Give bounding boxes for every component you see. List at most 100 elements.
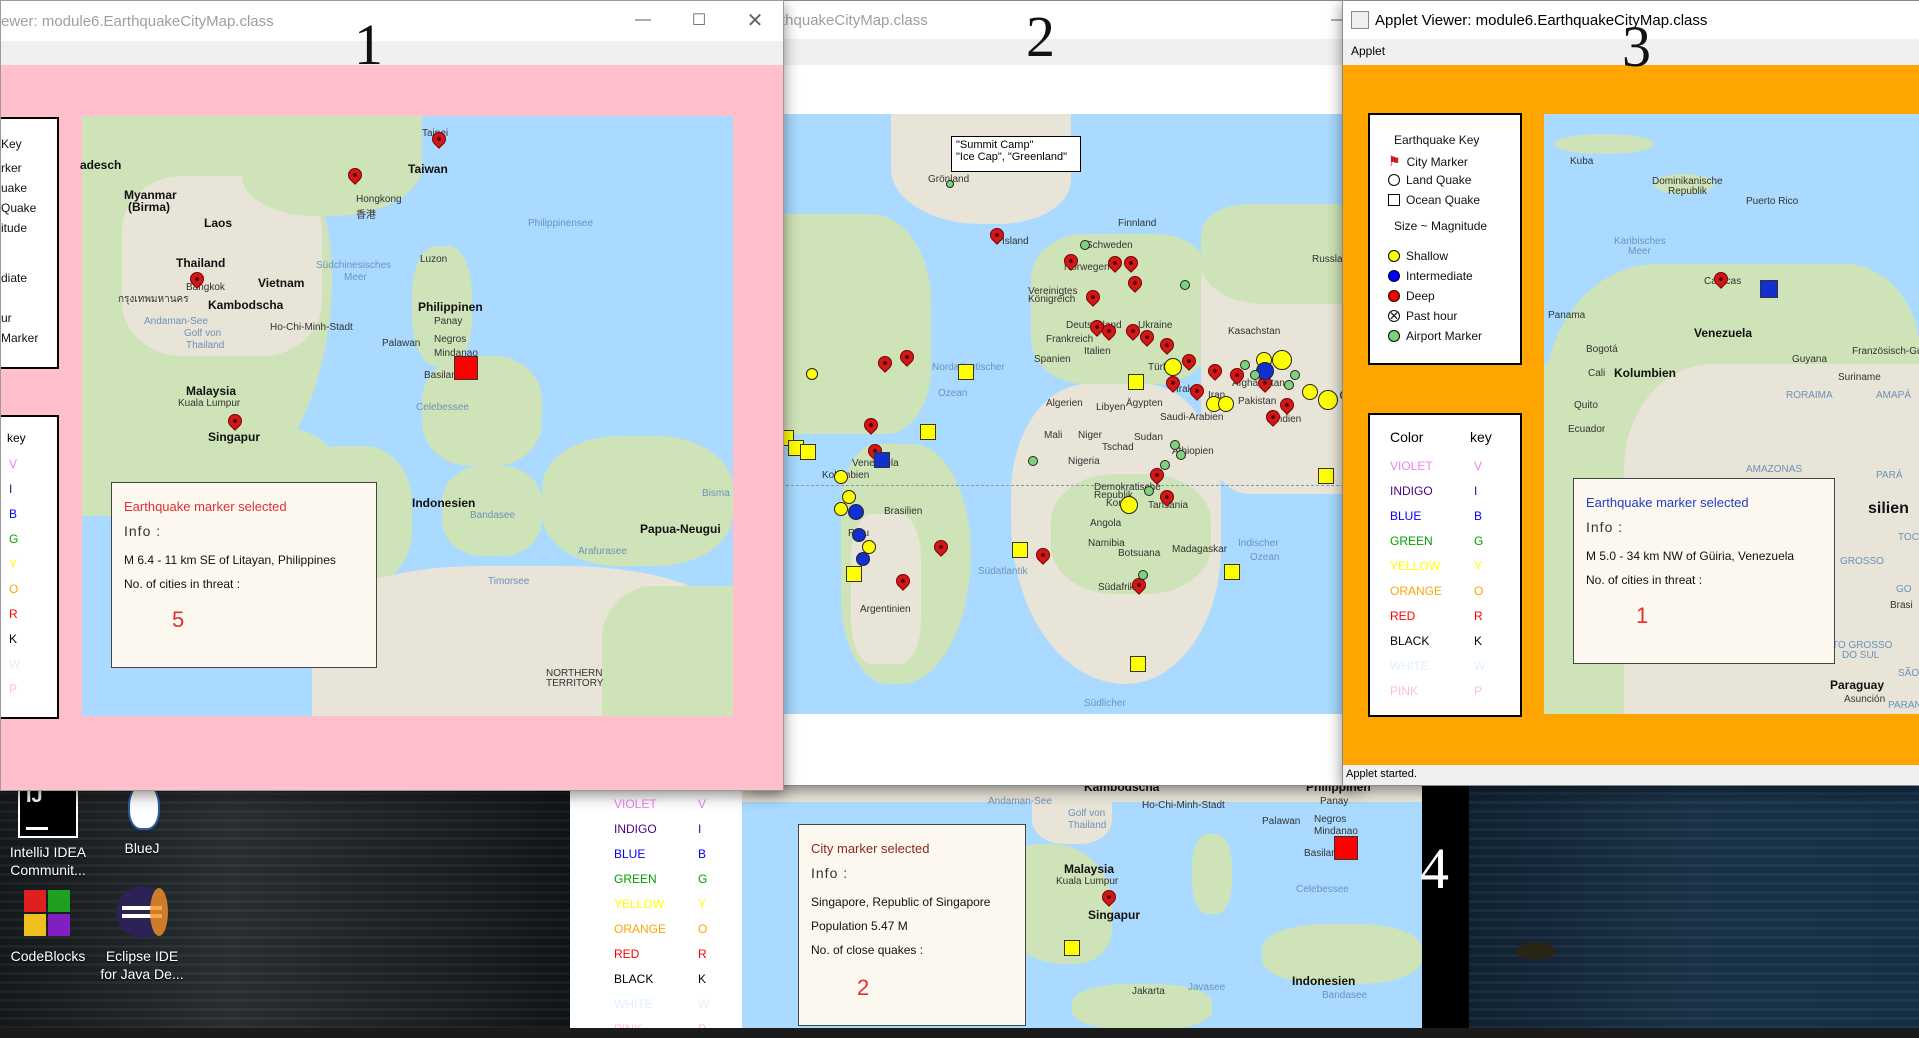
airport-icon [1388,330,1400,342]
window1-maximize-button[interactable]: ☐ [671,1,727,39]
ocean-quake-marker-icon[interactable] [1064,940,1080,956]
land-quake-marker-icon[interactable] [834,470,848,484]
land-quake-marker-icon[interactable] [806,368,818,380]
land-quake-marker-icon[interactable] [946,180,954,188]
land-quake-marker-icon[interactable] [1318,390,1338,410]
land-quake-icon [1388,174,1400,186]
ocean-quake-marker-icon[interactable] [454,356,478,380]
colorkey-name: ORANGE [614,922,667,936]
info-label: Info : [124,523,162,539]
land-quake-marker-icon[interactable] [1164,358,1182,376]
map-label: 香港 [356,210,376,221]
colorkey-key: B [698,847,707,861]
ocean-quake-marker-icon[interactable] [846,566,862,582]
java-applet-icon [1351,11,1369,29]
taskbar [0,1028,1919,1038]
map-label: Malaysia [186,384,237,398]
land-quake-marker-icon[interactable] [1160,460,1170,470]
key-land: Land Quake [1406,173,1472,187]
land-quake-marker-icon[interactable] [856,552,870,566]
map-label: Argentinien [860,604,911,615]
map-label: Cali [1588,368,1606,379]
map-label: Quito [1574,400,1598,411]
info-quake-label: No. of close quakes : [811,943,924,957]
key-title: Key [1,137,22,151]
ocean-quake-marker-icon[interactable] [1318,468,1334,484]
map-label: Spanien [1034,354,1071,365]
key-line: rker [1,161,22,175]
info-quake: M 5.0 - 34 km NW of Güiria, Venezuela [1586,549,1795,563]
map-label: Thailand [186,340,225,351]
map-label: Taiwan [408,162,448,176]
map-label: Singapur [208,430,261,444]
map-label: Bandasee [470,510,516,521]
map-label: Ozean [938,388,968,399]
map-label: Basilan [1304,848,1337,859]
land-quake-marker-icon[interactable] [1080,240,1090,250]
map-label: Indonesien [412,496,476,510]
deep-icon [1388,290,1400,302]
map-label: Schweden [1086,240,1133,251]
map-label: Meer [344,272,367,283]
land-quake-marker-icon[interactable] [1138,570,1148,580]
colorkey-header-color: Color [1390,429,1424,445]
land-quake-marker-icon[interactable] [1250,370,1260,380]
ocean-quake-marker-icon[interactable] [1334,836,1358,860]
land-quake-marker-icon[interactable] [1028,456,1038,466]
land-quake-marker-icon[interactable] [1170,440,1180,450]
codeblocks-icon [20,886,76,942]
land-quake-marker-icon[interactable] [1240,360,1250,370]
colorkey-name: GREEN [614,872,657,886]
land-quake-marker-icon[interactable] [1180,280,1190,290]
ocean-quake-marker-icon[interactable] [1012,542,1028,558]
colorkey-key: I [9,482,13,496]
ocean-quake-icon [1388,194,1400,206]
land-quake-marker-icon[interactable] [1218,396,1234,412]
desktop-icon-label: IntelliJ IDEA [9,844,87,860]
map-label: Angola [1090,518,1122,529]
window1-minimize-button[interactable]: — [615,1,671,39]
map-label: Venezuela [1694,326,1753,340]
window1-close-button[interactable]: ✕ [727,1,783,39]
land-quake-marker-icon[interactable] [1290,370,1300,380]
ocean-quake-marker-icon[interactable] [958,364,974,380]
land-quake-marker-icon[interactable] [1272,350,1292,370]
land-quake-marker-icon[interactable] [834,502,848,516]
land-quake-marker-icon[interactable] [1120,496,1138,514]
window2: thquakeCityMap.class — [748,0,1360,786]
ocean-quake-marker-icon[interactable] [874,452,890,468]
land-quake-marker-icon[interactable] [1302,384,1318,400]
map-label: Französisch-Guy [1852,346,1919,357]
land-quake-marker-icon[interactable] [848,504,864,520]
land-quake-marker-icon[interactable] [1144,486,1154,496]
key-line: diate [1,271,28,285]
info-label: Info : [811,865,849,881]
desktop-icon-label: Eclipse IDE [105,948,179,964]
ocean-quake-marker-icon[interactable] [800,444,816,460]
window3-key-panel: Earthquake Key ⚑ City Marker Land Quake O… [1368,113,1522,365]
colorkey-key: I [698,822,702,836]
land-quake-marker-icon[interactable] [1284,380,1294,390]
ocean-quake-marker-icon[interactable] [1128,374,1144,390]
desktop-icon-eclipse[interactable]: Eclipse IDE for Java De... [94,886,190,983]
map-label: Pakistan [1238,396,1277,407]
map-label: Algerien [1046,398,1083,409]
map-label: Frankreich [1046,334,1094,345]
ocean-quake-marker-icon[interactable] [1224,564,1240,580]
ocean-quake-marker-icon[interactable] [1760,280,1778,298]
desktop-icon-intellij[interactable]: IJ IntelliJ IDEA Communit... [0,778,96,879]
land-quake-marker-icon[interactable] [1176,450,1186,460]
menu-applet[interactable]: Applet [1351,44,1385,58]
colorkey-key: W [9,657,21,671]
desktop-icon-codeblocks[interactable]: CodeBlocks [0,886,96,966]
map-label: Laos [204,216,233,230]
map-label: Bandasee [1322,990,1368,1001]
window4-dark-strip [1422,784,1469,1030]
map-label: Andaman-See [988,796,1052,807]
ocean-quake-marker-icon[interactable] [920,424,936,440]
ocean-quake-marker-icon[interactable] [1130,656,1146,672]
key-deep: Deep [1406,289,1435,303]
map-label: Guyana [1792,354,1828,365]
land-quake-marker-icon[interactable] [852,528,866,542]
key-line: Quake [1,201,37,215]
